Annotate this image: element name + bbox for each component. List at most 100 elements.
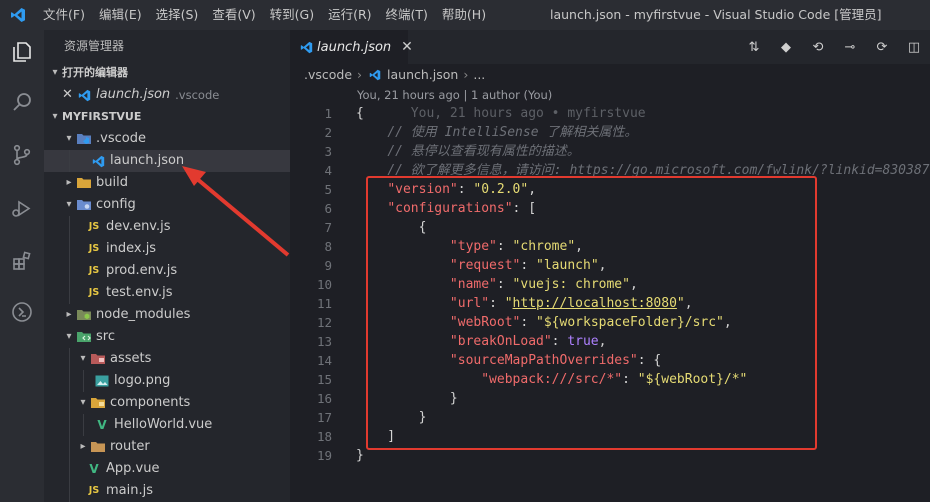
line-number: 1 [324,106,332,121]
breadcrumb: .vscode › launch.json › ... [290,64,930,86]
indent-guide [69,392,70,414]
tree-item-index-js[interactable]: JS index.js [44,238,290,260]
menu-file[interactable]: 文件(F) [36,0,92,30]
tree-item-vscode[interactable]: ▾ .vscode [44,128,290,150]
open-changes-icon[interactable]: ⟲ [802,40,834,55]
indent-guide [69,458,70,480]
indent-guide [69,436,70,458]
vscode-file-icon [90,153,106,169]
js-file-icon: JS [88,287,100,298]
window-title: launch.json - myfirstvue - Visual Studio… [550,7,882,22]
folder-assets-icon [90,351,106,367]
menu-go[interactable]: 转到(G) [263,0,321,30]
line-number: 11 [316,296,332,311]
tree-item-components[interactable]: ▾ components [44,392,290,414]
open-editors-header[interactable]: ▾ 打开的编辑器 [44,62,290,84]
menu-terminal[interactable]: 终端(T) [379,0,435,30]
chevron-down-icon: ▾ [66,133,72,144]
indent-guide [69,150,70,172]
chevron-right-icon: › [463,67,469,82]
breadcrumb-folder[interactable]: .vscode [304,64,352,86]
tree-item-logo-png[interactable]: logo.png [44,370,290,392]
remote-explorer-icon[interactable] [0,292,44,332]
extensions-icon[interactable] [0,241,44,281]
close-icon[interactable]: ✕ [62,84,76,106]
menu-help[interactable]: 帮助(H) [435,0,493,30]
indent-guide [69,216,70,238]
line-number: 13 [316,334,332,349]
code-line: // 悬停以查看现有属性的描述。 [356,142,930,161]
explorer-sidebar: 资源管理器 ▾ 打开的编辑器 ✕ launch.json .vscode ▾ M… [44,30,290,502]
tab-label: launch.json [317,39,392,55]
tree-item-build[interactable]: ▸ build [44,172,290,194]
tree-item-dev-env-js[interactable]: JS dev.env.js [44,216,290,238]
line-number: 7 [324,220,332,235]
chevron-right-icon: ▸ [80,441,86,452]
indent-guide [69,370,70,392]
tree-item-launch-json[interactable]: launch.json [44,150,290,172]
code-comment: // 悬停以查看现有属性的描述。 [387,144,580,159]
tab-launch-json[interactable]: launch.json ✕ [290,30,413,64]
indent-guide [69,238,70,260]
open-editor-dir: .vscode [175,88,220,102]
indent-guide [69,260,70,282]
chevron-right-icon: ▸ [66,309,72,320]
code-line: { You, 21 hours ago • myfirstvue [356,106,646,121]
close-icon[interactable]: ✕ [401,39,413,55]
line-number: 8 [324,239,332,254]
tree-item-node-modules[interactable]: ▸ node_modules [44,304,290,326]
menu-selection[interactable]: 选择(S) [149,0,206,30]
project-header[interactable]: ▾ MYFIRSTVUE [44,106,290,128]
editor-toolbar: ⇅ ◆ ⟲ ⊸ ⟳ ◫ [738,30,930,64]
line-number: 6 [324,201,332,216]
chevron-down-icon: ▾ [52,111,58,122]
explorer-icon[interactable] [0,32,44,72]
search-icon[interactable] [0,82,44,122]
tree-item-prod-env-js[interactable]: JS prod.env.js [44,260,290,282]
tree-item-helloworld-vue[interactable]: V HelloWorld.vue [44,414,290,436]
tree-item-router[interactable]: ▸ router [44,436,290,458]
split-editor-icon[interactable]: ◫ [898,40,930,55]
indent-guide [69,414,70,436]
tree-item-app-vue[interactable]: V App.vue [44,458,290,480]
vscode-file-icon [367,67,383,83]
menu-run[interactable]: 运行(R) [321,0,378,30]
next-change-icon[interactable]: ⟳ [866,40,898,55]
source-control-icon[interactable] [0,135,44,175]
previous-change-icon[interactable]: ⊸ [834,40,866,55]
run-debug-icon[interactable] [0,188,44,228]
code-line: // 使用 IntelliSense 了解相关属性。 [356,123,930,142]
tree-item-test-env-js[interactable]: JS test.env.js [44,282,290,304]
indent-guide [83,414,84,436]
js-file-icon: JS [88,221,100,232]
vscode-file-icon [300,39,313,55]
line-number: 2 [324,125,332,140]
line-numbers: 1 2 3 4 5 6 7 8 9 10 11 12 13 14 15 16 1… [290,104,332,465]
line-number: 12 [316,315,332,330]
folder-vscode-icon [76,131,92,147]
js-file-icon: JS [88,485,100,496]
compare-changes-icon[interactable]: ⇅ [738,40,770,55]
tree-item-config[interactable]: ▾ config [44,194,290,216]
chevron-right-icon: ▸ [66,177,72,188]
vscode-logo-icon [0,0,36,30]
line-number: 19 [316,448,332,463]
menu-view[interactable]: 查看(V) [205,0,262,30]
line-number: 10 [316,277,332,292]
tree-item-assets[interactable]: ▾ assets [44,348,290,370]
open-editor-item[interactable]: ✕ launch.json .vscode [44,84,290,106]
tree-item-main-js[interactable]: JS main.js [44,480,290,502]
tree-item-src[interactable]: ▾ src [44,326,290,348]
indent-guide [83,370,84,392]
chevron-down-icon: ▾ [52,67,58,78]
menu-edit[interactable]: 编辑(E) [92,0,149,30]
open-editor-filename: launch.json [96,87,171,102]
codelens-blame[interactable]: You, 21 hours ago | 1 author (You) [357,88,552,102]
folder-src-icon [76,329,92,345]
breadcrumb-symbol[interactable]: ... [473,64,485,86]
git-commit-icon[interactable]: ◆ [770,40,802,55]
highlight-box [366,176,817,450]
line-number: 17 [316,410,332,425]
breadcrumb-file[interactable]: launch.json [387,64,458,86]
chevron-down-icon: ▾ [80,353,86,364]
